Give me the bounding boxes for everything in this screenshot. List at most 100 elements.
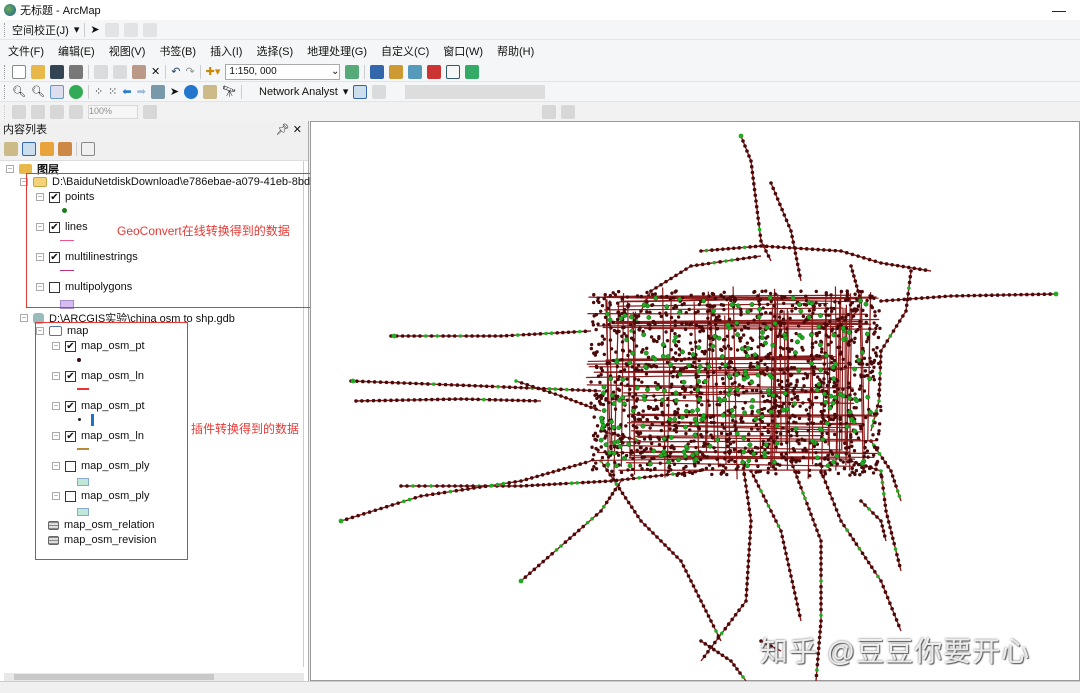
menu-item[interactable]: 文件(F) [8, 43, 44, 59]
delete-icon[interactable]: ✕ [151, 65, 160, 78]
print-icon[interactable] [69, 64, 83, 79]
cut-icon[interactable] [94, 64, 108, 79]
find-icon[interactable]: 🔭︎ [222, 85, 236, 98]
layout-pan-icon[interactable] [50, 104, 64, 119]
catalog-icon[interactable] [389, 64, 404, 79]
road-vertex [684, 311, 688, 315]
road-vertex [850, 252, 855, 257]
road-vertex [645, 300, 649, 304]
road-vertex [879, 469, 883, 473]
road-vertex [458, 334, 463, 338]
list-by-visibility-icon[interactable] [40, 141, 54, 156]
zoom-out-icon[interactable]: 🔍︎ [31, 85, 45, 98]
link-tool-icon[interactable] [123, 22, 138, 37]
select-features-icon[interactable] [150, 84, 165, 99]
road-vertex [780, 207, 784, 212]
road-vertex [430, 397, 434, 402]
draw-icon[interactable] [542, 104, 556, 119]
road-vertex [516, 398, 520, 403]
list-by-source-icon[interactable] [22, 141, 36, 156]
redo-icon[interactable]: ↷ [185, 65, 194, 78]
menu-item[interactable]: 地理处理(G) [307, 43, 367, 59]
road-vertex [659, 282, 663, 287]
road-vertex [819, 619, 823, 623]
road-vertex [619, 382, 624, 386]
road-vertex [1019, 292, 1023, 297]
layout-zoom-combo[interactable]: 100% [88, 104, 138, 119]
pan-icon[interactable] [49, 84, 64, 99]
paste-icon[interactable] [132, 64, 146, 79]
point-feature [601, 390, 606, 396]
layout-zoom-in-icon[interactable] [12, 104, 26, 119]
list-by-selection-icon[interactable] [58, 141, 72, 156]
road-vertex [856, 289, 860, 293]
modelbuilder-icon[interactable] [465, 64, 480, 79]
network-layer-combo[interactable] [405, 84, 546, 99]
new-icon[interactable] [12, 64, 26, 79]
road-vertex [464, 334, 469, 338]
menu-item[interactable]: 选择(S) [256, 43, 293, 59]
menu-item[interactable]: 自定义(C) [381, 43, 429, 59]
road-vertex [669, 385, 673, 389]
forward-icon[interactable]: ➡ [137, 85, 146, 98]
fixed-zoom-out-icon[interactable]: ⁙ [108, 85, 117, 98]
search-window-icon[interactable] [408, 64, 423, 79]
road-vertex [895, 552, 899, 557]
minimize-button[interactable]: — [1052, 2, 1066, 18]
road-vertex [519, 484, 523, 488]
menu-item[interactable]: 书签(B) [159, 43, 196, 59]
copy-icon[interactable] [113, 64, 127, 79]
add-data-icon[interactable]: ✚▾ [206, 65, 221, 78]
pin-icon[interactable]: 📌︎ [276, 124, 290, 136]
menu-item[interactable]: 插入(I) [210, 43, 242, 59]
road-vertex [687, 356, 691, 361]
save-icon[interactable] [50, 64, 64, 79]
menu-item[interactable]: 编辑(E) [58, 43, 95, 59]
arctoolbox-icon[interactable] [427, 64, 442, 79]
toc-horizontal-scrollbar[interactable] [4, 673, 304, 681]
road-vertex [852, 449, 857, 453]
menu-item[interactable]: 视图(V) [109, 43, 146, 59]
align-icon[interactable] [561, 104, 575, 119]
select-arrow-icon[interactable]: ➤ [90, 23, 99, 36]
road-vertex [402, 381, 406, 385]
editor-icon[interactable] [345, 64, 360, 79]
layout-zoom-out-icon[interactable] [31, 104, 45, 119]
python-icon[interactable] [446, 64, 461, 79]
toc-window-icon[interactable] [370, 64, 385, 79]
map-canvas[interactable] [311, 122, 1080, 682]
table-icon[interactable] [142, 22, 157, 37]
road-vertex [819, 613, 823, 618]
menu-item[interactable]: 窗口(W) [443, 43, 483, 59]
identify-icon[interactable] [184, 84, 199, 99]
road-vertex [810, 247, 815, 252]
pointer-icon[interactable]: ➤ [170, 85, 179, 98]
road-vertex [789, 574, 793, 578]
map-view[interactable] [310, 121, 1080, 682]
edit-tool-icon[interactable] [104, 22, 119, 37]
road-vertex [715, 247, 720, 252]
close-icon[interactable]: ✕ [293, 124, 302, 136]
road-vertex [872, 296, 876, 301]
network-tool-icon[interactable] [372, 84, 387, 99]
back-icon[interactable]: ⬅ [122, 85, 131, 98]
measure-icon[interactable] [203, 84, 218, 99]
network-window-icon[interactable] [353, 84, 368, 99]
fixed-zoom-in-icon[interactable]: ⁘ [94, 85, 103, 98]
toolbar-grip[interactable] [4, 22, 7, 37]
full-extent-icon[interactable] [68, 84, 83, 99]
network-analyst-menu[interactable]: Network Analyst [259, 86, 338, 98]
list-by-drawing-order-icon[interactable] [4, 141, 18, 156]
road-vertex [1042, 292, 1047, 297]
toggle-draft-icon[interactable] [143, 104, 157, 119]
road-vertex [873, 259, 878, 264]
options-icon[interactable] [81, 141, 95, 156]
georef-menu[interactable]: 空间校正(J) [12, 22, 69, 38]
zoom-whole-page-icon[interactable] [69, 104, 83, 119]
open-icon[interactable] [31, 64, 45, 79]
menu-item[interactable]: 帮助(H) [497, 43, 534, 59]
undo-icon[interactable]: ↶ [171, 65, 180, 78]
zoom-in-icon[interactable]: 🔍︎ [12, 85, 26, 98]
point-feature [768, 409, 774, 415]
scale-combo[interactable]: 1:150, 000 ⌄ [225, 63, 341, 80]
